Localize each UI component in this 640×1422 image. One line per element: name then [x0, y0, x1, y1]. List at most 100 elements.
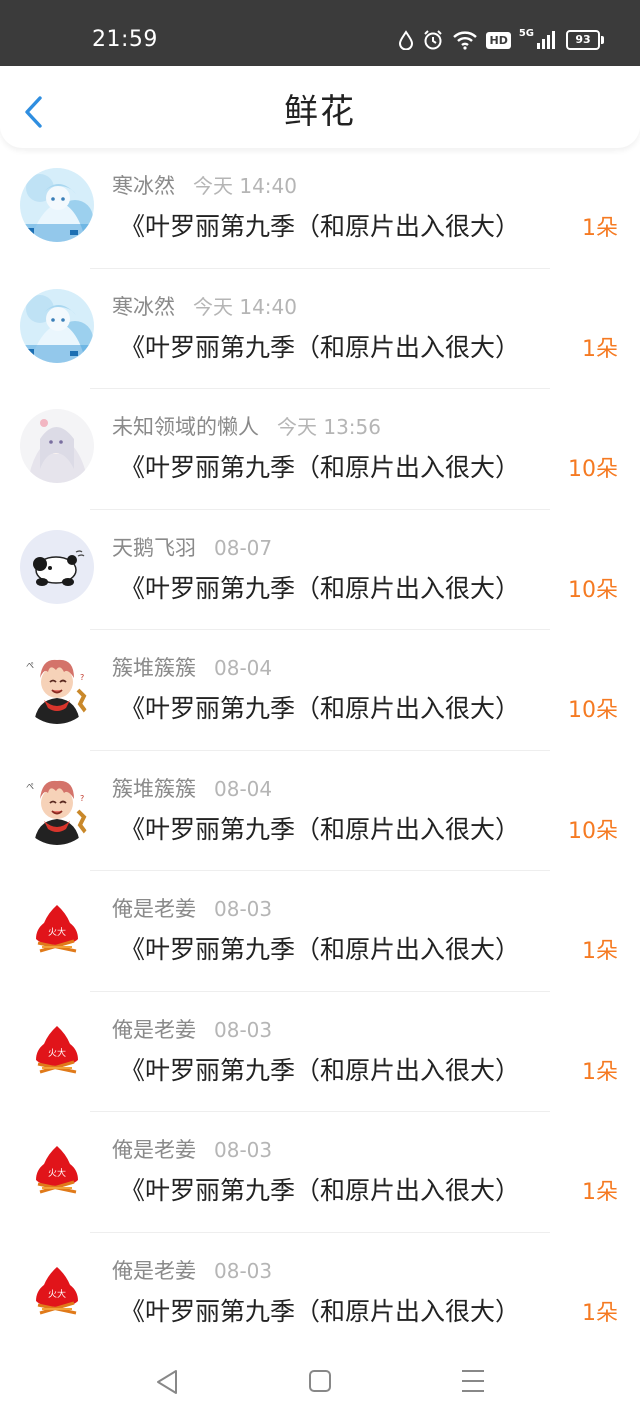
item-meta: 俺是老姜 08-03 — [112, 1016, 272, 1044]
status-bar: 21:59 HD 5G 93 — [0, 0, 640, 66]
avatar[interactable]: ぺ ? — [20, 770, 94, 845]
avatar[interactable]: 火大 — [20, 1132, 94, 1206]
fire-logo-icon: 火大 — [20, 1011, 94, 1086]
list-item[interactable]: ぺ ? 簇堆簇簇 08-04 《叶罗丽第九季（和原片出入很大） 10朵 — [0, 630, 640, 751]
item-title[interactable]: 《叶罗丽第九季（和原片出入很大） — [120, 933, 550, 967]
nav-back-button[interactable] — [154, 1368, 180, 1400]
list-item[interactable]: 火大 俺是老姜 08-03 《叶罗丽第九季（和原片出入很大） 1朵 — [0, 992, 640, 1112]
item-time: 08-04 — [214, 656, 273, 680]
item-time: 08-07 — [214, 535, 273, 560]
user-name[interactable]: 俺是老姜 — [112, 897, 196, 921]
nav-menu-button[interactable] — [460, 1368, 486, 1398]
avatar[interactable] — [20, 168, 94, 242]
item-time: 今天 13:56 — [277, 415, 381, 439]
user-name[interactable]: 未知领域的懒人 — [112, 415, 259, 439]
fire-logo-icon: 火大 — [20, 891, 94, 965]
list-item[interactable]: 未知领域的懒人 今天 13:56 《叶罗丽第九季（和原片出入很大） 10朵 — [0, 389, 640, 510]
anime-girl-avatar-icon — [20, 409, 94, 483]
user-name[interactable]: 俺是老姜 — [112, 1018, 196, 1042]
list-item[interactable]: 寒冰然 今天 14:40 《叶罗丽第九季（和原片出入很大） 1朵 — [0, 148, 640, 269]
user-name[interactable]: 寒冰然 — [112, 295, 175, 319]
item-meta: 俺是老姜 08-03 — [112, 1136, 272, 1164]
nav-home-button[interactable] — [308, 1368, 332, 1398]
item-title[interactable]: 《叶罗丽第九季（和原片出入很大） — [120, 331, 550, 365]
flower-count: 10朵 — [568, 818, 618, 844]
user-name[interactable]: 俺是老姜 — [112, 1259, 196, 1283]
item-title[interactable]: 《叶罗丽第九季（和原片出入很大） — [120, 451, 578, 485]
item-meta: 寒冰然 今天 14:40 — [112, 293, 297, 321]
alarm-icon — [424, 30, 443, 50]
item-meta: 簇堆簇簇 08-04 — [112, 654, 272, 682]
signal-label: 5G — [518, 28, 534, 39]
item-title[interactable]: 《叶罗丽第九季（和原片出入很大） — [120, 813, 578, 847]
list-item[interactable]: 火大 俺是老姜 08-03 《叶罗丽第九季（和原片出入很大） 1朵 — [0, 1112, 640, 1233]
fire-logo-icon: 火大 — [20, 1132, 94, 1206]
battery-level: 93 — [575, 33, 591, 46]
item-title[interactable]: 《叶罗丽第九季（和原片出入很大） — [120, 1295, 550, 1329]
flower-count: 1朵 — [582, 336, 618, 362]
item-time: 今天 14:40 — [193, 174, 297, 198]
battery-icon: 93 — [566, 30, 604, 50]
panda-avatar-icon — [20, 529, 94, 604]
svg-text:?: ? — [80, 673, 84, 682]
avatar[interactable] — [20, 288, 94, 363]
item-meta: 俺是老姜 08-03 — [112, 1257, 272, 1285]
svg-text:火大: 火大 — [48, 1047, 66, 1059]
list-item[interactable]: 寒冰然 今天 14:40 《叶罗丽第九季（和原片出入很大） 1朵 — [0, 269, 640, 389]
chibi-avatar-icon: ぺ ? — [20, 650, 94, 724]
avatar[interactable]: 火大 — [20, 1252, 94, 1327]
item-time: 08-03 — [214, 1258, 273, 1283]
svg-text:ぺ: ぺ — [26, 782, 34, 791]
list-item[interactable]: 天鹅飞羽 08-07 《叶罗丽第九季（和原片出入很大） 10朵 — [0, 510, 640, 630]
user-name[interactable]: 寒冰然 — [112, 174, 175, 198]
item-title[interactable]: 《叶罗丽第九季（和原片出入很大） — [120, 1174, 550, 1208]
page-title: 鲜花 — [284, 92, 356, 132]
item-meta: 俺是老姜 08-03 — [112, 895, 272, 923]
svg-text:火大: 火大 — [48, 1288, 66, 1300]
item-time: 08-04 — [214, 776, 273, 801]
chibi-avatar-icon: ぺ ? — [20, 770, 94, 845]
item-time: 08-03 — [214, 1138, 273, 1162]
flower-count: 10朵 — [568, 577, 618, 603]
flower-count: 1朵 — [582, 939, 618, 964]
hd-icon: HD — [486, 31, 511, 49]
avatar[interactable] — [20, 409, 94, 483]
item-title[interactable]: 《叶罗丽第九季（和原片出入很大） — [120, 692, 578, 726]
avatar[interactable]: 火大 — [20, 891, 94, 965]
flower-count: 1朵 — [582, 1059, 618, 1085]
svg-text:火大: 火大 — [48, 926, 66, 938]
avatar[interactable]: ぺ ? — [20, 650, 94, 724]
list-item[interactable]: 火大 俺是老姜 08-03 《叶罗丽第九季（和原片出入很大） 1朵 — [0, 1233, 640, 1354]
item-time: 08-03 — [214, 1017, 273, 1042]
item-title[interactable]: 《叶罗丽第九季（和原片出入很大） — [120, 572, 578, 606]
signal-icon — [537, 31, 555, 49]
anime-avatar-icon — [20, 168, 94, 242]
user-name[interactable]: 俺是老姜 — [112, 1138, 196, 1162]
item-time: 今天 14:40 — [193, 294, 297, 319]
avatar[interactable] — [20, 529, 94, 604]
fire-logo-icon: 火大 — [20, 1252, 94, 1327]
item-title[interactable]: 《叶罗丽第九季（和原片出入很大） — [120, 1054, 550, 1088]
user-name[interactable]: 簇堆簇簇 — [112, 656, 196, 680]
menu-lines-icon — [462, 1370, 484, 1392]
flower-count: 1朵 — [582, 1300, 618, 1326]
status-time: 21:59 — [92, 27, 158, 52]
item-meta: 寒冰然 今天 14:40 — [112, 172, 297, 200]
svg-text:ぺ: ぺ — [26, 661, 34, 670]
header: 鲜花 — [0, 66, 640, 148]
flower-count: 10朵 — [568, 698, 618, 723]
item-title[interactable]: 《叶罗丽第九季（和原片出入很大） — [120, 210, 550, 244]
flower-count: 1朵 — [582, 1180, 618, 1205]
item-meta: 未知领域的懒人 今天 13:56 — [112, 413, 381, 441]
user-name[interactable]: 簇堆簇簇 — [112, 777, 196, 801]
item-meta: 簇堆簇簇 08-04 — [112, 775, 272, 803]
home-square-icon — [309, 1370, 331, 1392]
user-name[interactable]: 天鹅飞羽 — [112, 536, 196, 560]
item-meta: 天鹅飞羽 08-07 — [112, 534, 272, 562]
water-drop-icon — [399, 30, 414, 50]
avatar[interactable]: 火大 — [20, 1011, 94, 1086]
flower-list: 寒冰然 今天 14:40 《叶罗丽第九季（和原片出入很大） 1朵 寒冰然 今天 1 — [0, 148, 640, 1353]
list-item[interactable]: 火大 俺是老姜 08-03 《叶罗丽第九季（和原片出入很大） 1朵 — [0, 871, 640, 992]
list-item[interactable]: ぺ ? 簇堆簇簇 08-04 《叶罗丽第九季（和原片出入很大） 10朵 — [0, 751, 640, 871]
item-time: 08-03 — [214, 897, 273, 921]
